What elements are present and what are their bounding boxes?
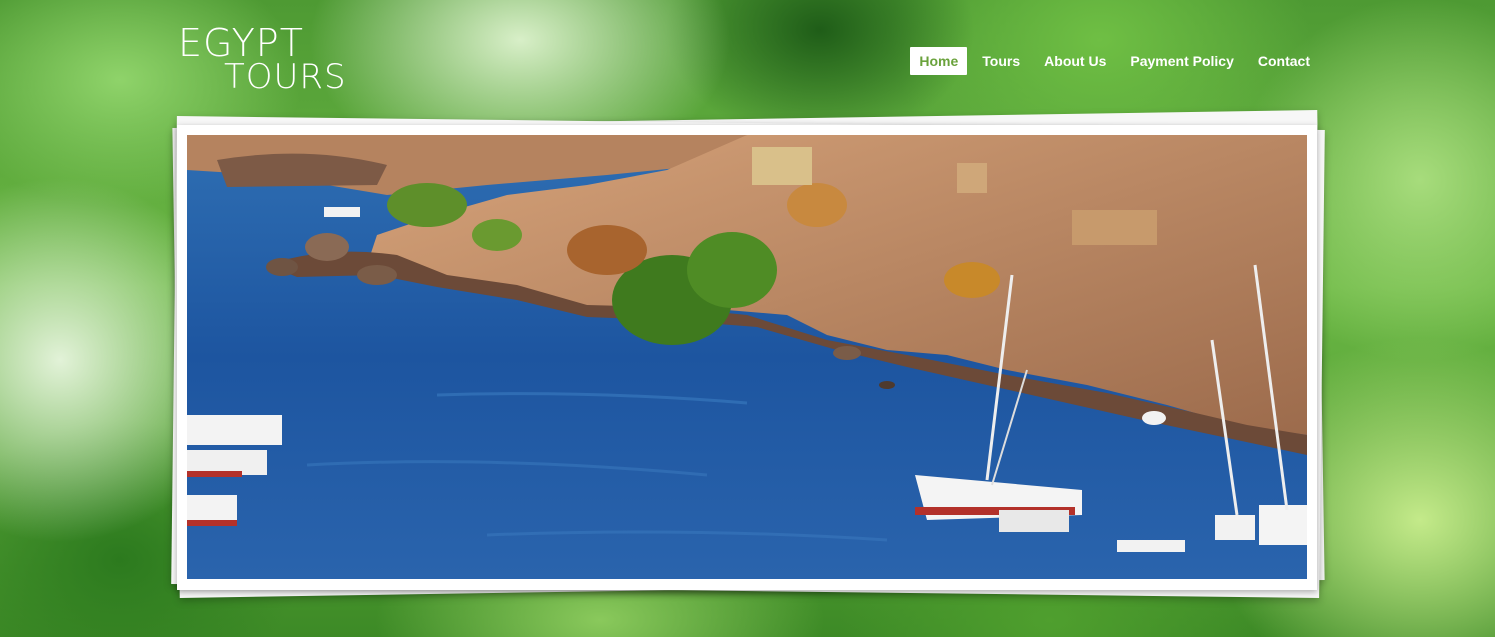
nav-contact[interactable]: Contact (1249, 47, 1319, 75)
nile-river-illustration (187, 135, 1307, 579)
logo-line-2: TOURS (224, 57, 347, 97)
main-navigation: Home Tours About Us Payment Policy Conta… (910, 47, 1319, 75)
site-header: EGYPT TOURS Home Tours About Us Payment … (0, 0, 1495, 110)
nav-about-us[interactable]: About Us (1035, 47, 1115, 75)
egypt-tours-logo[interactable]: EGYPT TOURS (178, 24, 354, 94)
nav-tours[interactable]: Tours (973, 47, 1029, 75)
nav-payment-policy[interactable]: Payment Policy (1121, 47, 1243, 75)
nav-home[interactable]: Home (910, 47, 968, 75)
hero-photo-frame (177, 125, 1317, 590)
hero-photo-nile[interactable] (187, 135, 1307, 579)
hero-slider (170, 105, 1330, 610)
